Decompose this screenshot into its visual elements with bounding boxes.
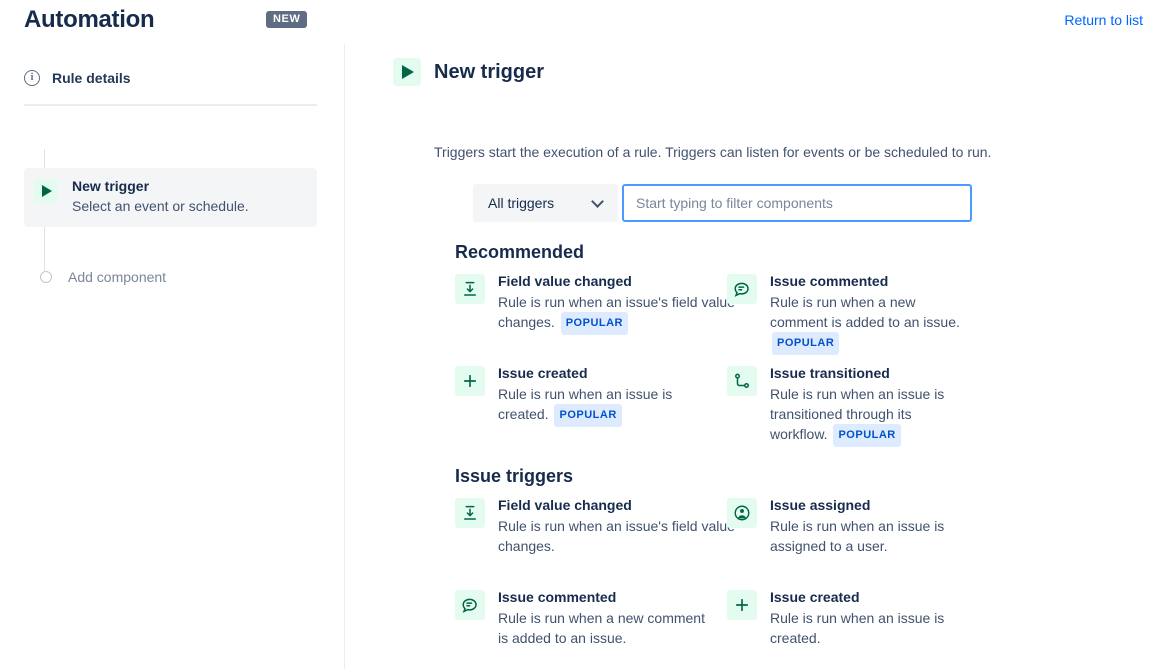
trigger-card-title: Field value changed <box>498 273 632 289</box>
field-value-changed-icon <box>455 274 485 304</box>
trigger-card-title: Field value changed <box>498 497 632 513</box>
popular-badge: POPULAR <box>560 312 628 335</box>
filter-row: All triggers <box>473 184 972 222</box>
transition-icon <box>727 366 757 396</box>
sidebar: i Rule details New trigger Select an eve… <box>0 44 345 669</box>
return-to-list-link[interactable]: Return to list <box>1064 12 1143 28</box>
trigger-card[interactable]: Issue created Rule is run when an issue … <box>727 588 1017 648</box>
step-title: New trigger <box>72 178 150 194</box>
plus-icon <box>455 366 485 396</box>
trigger-card-title: Issue created <box>770 589 860 605</box>
main-title: New trigger <box>434 60 545 83</box>
sidebar-divider <box>24 104 317 106</box>
rule-details-label: Rule details <box>52 70 131 86</box>
trigger-card-title: Issue created <box>498 365 588 381</box>
add-component-label: Add component <box>68 269 167 285</box>
field-value-changed-icon <box>455 498 485 528</box>
sidebar-item-rule-details[interactable]: i Rule details <box>24 70 131 86</box>
chevron-down-icon <box>591 194 604 208</box>
trigger-card-desc-text: Rule is run when an issue is created. <box>770 610 945 646</box>
section-title-issue-triggers: Issue triggers <box>455 466 574 486</box>
play-icon <box>393 58 421 86</box>
trigger-type-select[interactable]: All triggers <box>473 184 618 222</box>
trigger-card-title: Issue transitioned <box>770 365 890 381</box>
main-header: New trigger <box>393 58 544 86</box>
popular-badge: POPULAR <box>554 404 622 427</box>
popular-badge: POPULAR <box>772 332 840 355</box>
page-title: Automation <box>24 6 155 33</box>
sidebar-step-new-trigger[interactable]: New trigger Select an event or schedule. <box>24 168 317 227</box>
automation-page: Automation NEW Return to list i Rule det… <box>0 0 1161 669</box>
play-icon <box>34 179 58 203</box>
add-component-button[interactable]: Add component <box>24 265 174 289</box>
info-icon: i <box>24 70 40 86</box>
filter-components-input[interactable] <box>622 184 972 222</box>
trigger-card[interactable]: Issue transitioned Rule is run when an i… <box>727 364 1017 447</box>
trigger-card-description: Rule is run when a new comment is added … <box>498 608 713 648</box>
page-header: Automation NEW Return to list <box>0 0 1161 44</box>
comment-icon <box>727 274 757 304</box>
trigger-card-title: Issue commented <box>498 589 617 605</box>
trigger-card[interactable]: Issue commented Rule is run when a new c… <box>727 272 1017 355</box>
trigger-card-desc-text: Rule is run when a new comment is added … <box>498 610 705 646</box>
trigger-card-desc-text: Rule is run when a new comment is added … <box>770 294 960 330</box>
trigger-card[interactable]: Field value changed Rule is run when an … <box>455 272 745 335</box>
trigger-card-description: Rule is run when an issue is created. PO… <box>498 384 673 427</box>
trigger-card[interactable]: Issue commented Rule is run when a new c… <box>455 588 745 648</box>
main-panel: New trigger Triggers start the execution… <box>345 44 1161 669</box>
person-icon <box>727 498 757 528</box>
trigger-card[interactable]: Issue created Rule is run when an issue … <box>455 364 745 427</box>
trigger-card-desc-text: Rule is run when an issue is assigned to… <box>770 518 945 554</box>
trigger-card-description: Rule is run when an issue's field value … <box>498 292 745 335</box>
new-badge: NEW <box>266 11 308 28</box>
circle-outline-icon <box>40 271 52 283</box>
main-description: Triggers start the execution of a rule. … <box>434 144 992 160</box>
trigger-card-description: Rule is run when an issue's field value … <box>498 516 745 556</box>
step-subtitle: Select an event or schedule. <box>72 198 249 214</box>
trigger-card-description: Rule is run when an issue is assigned to… <box>770 516 960 556</box>
trigger-card-description: Rule is run when a new comment is added … <box>770 292 970 355</box>
trigger-card-desc-text: Rule is run when an issue's field value … <box>498 518 735 554</box>
trigger-card[interactable]: Field value changed Rule is run when an … <box>455 496 745 556</box>
comment-icon <box>455 590 485 620</box>
section-title-recommended: Recommended <box>455 242 585 262</box>
plus-icon <box>727 590 757 620</box>
trigger-card-title: Issue commented <box>770 273 889 289</box>
trigger-card-description: Rule is run when an issue is transitione… <box>770 384 955 447</box>
trigger-card-description: Rule is run when an issue is created. <box>770 608 960 648</box>
trigger-type-select-value: All triggers <box>488 195 555 211</box>
trigger-card[interactable]: Issue assigned Rule is run when an issue… <box>727 496 1017 556</box>
trigger-card-title: Issue assigned <box>770 497 871 513</box>
popular-badge: POPULAR <box>833 424 901 447</box>
